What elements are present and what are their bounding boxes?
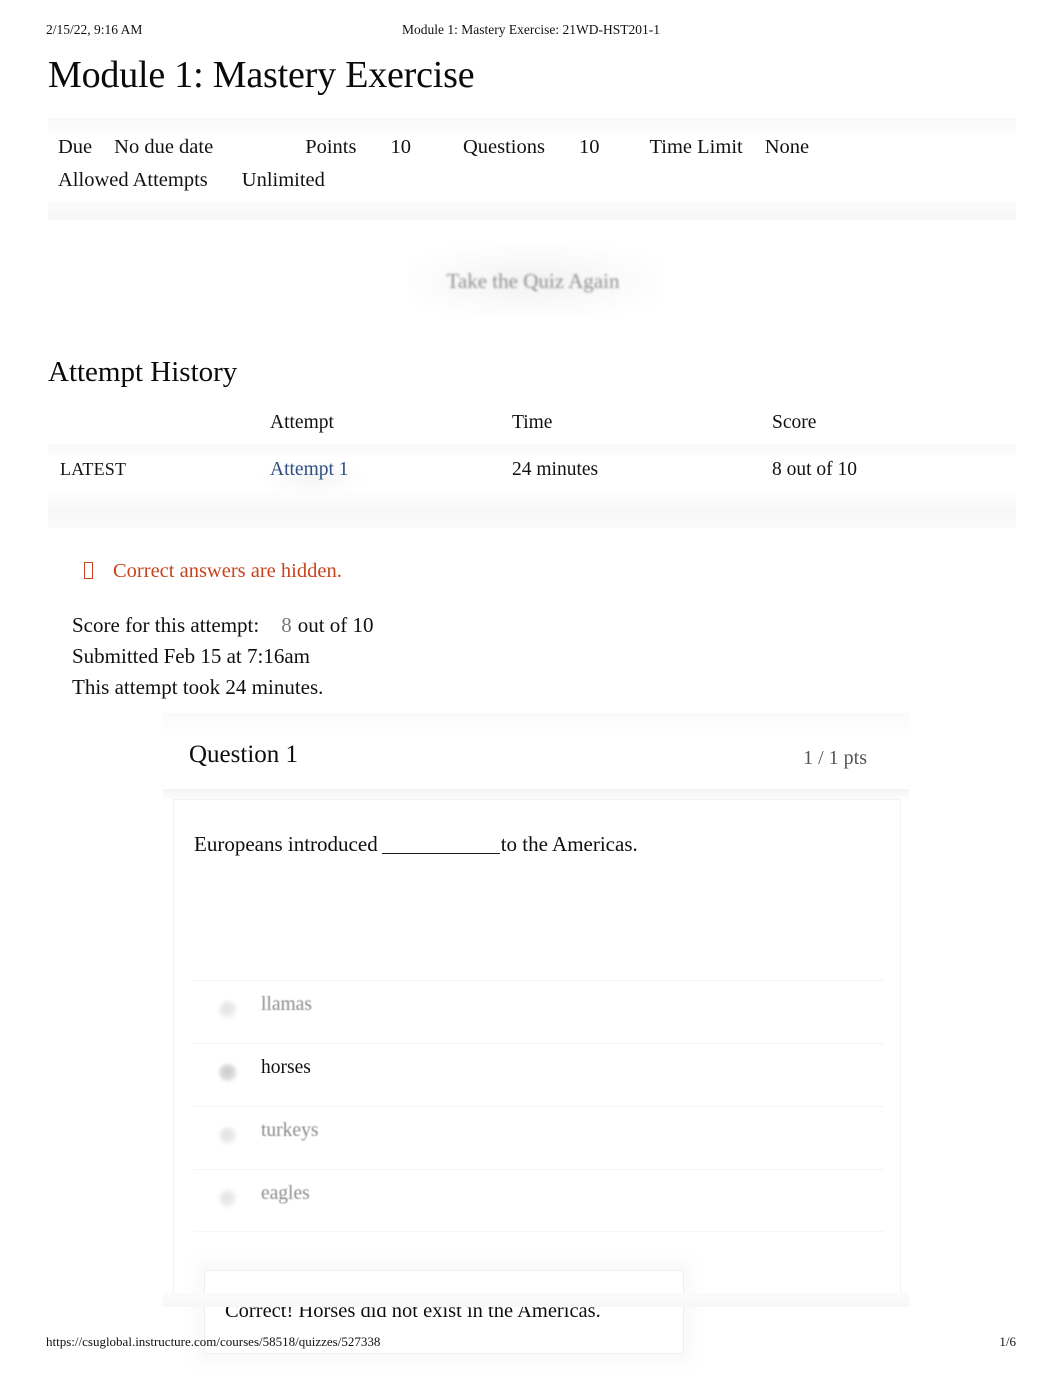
score-line: Score for this attempt: 8 out of 10 — [72, 610, 374, 641]
attempt-score-value: 8 out of 10 — [772, 459, 858, 480]
question-body: Europeans introduced to the Americas. lla… — [173, 799, 901, 1354]
attempt-1-link[interactable]: Attempt 1 — [270, 459, 349, 481]
allowed-attempts-value: Unlimited — [241, 169, 325, 191]
answer-option-horses[interactable]: horses — [194, 1043, 884, 1106]
column-header-attempt: Attempt — [270, 412, 334, 433]
question-header-rule — [163, 789, 909, 799]
attempt-time-value: 24 minutes — [512, 459, 599, 480]
time-limit-label: Time Limit — [649, 136, 743, 158]
answer-option-eagles[interactable]: eagles — [194, 1169, 884, 1232]
radio-icon[interactable] — [219, 1127, 237, 1145]
answer-options-list: llamas horses turkeys eagles — [194, 980, 884, 1232]
score-value: 8 — [281, 613, 292, 637]
print-footer: https://csuglobal.instructure.com/course… — [0, 1334, 1062, 1354]
points-label: Points — [305, 136, 357, 158]
due-label: Due — [58, 136, 93, 158]
history-footer-band — [48, 492, 1016, 528]
points-value: 10 — [390, 136, 411, 158]
column-header-score: Score — [772, 412, 817, 433]
page-title: Module 1: Mastery Exercise — [48, 54, 475, 96]
answer-label: eagles — [261, 1183, 310, 1204]
column-header-time: Time — [512, 412, 553, 433]
question-text-before: Europeans introduced — [194, 832, 378, 856]
question-text: Europeans introduced to the Americas. — [194, 832, 638, 857]
print-header-title: Module 1: Mastery Exercise: 21WD-HST201-… — [402, 22, 660, 37]
answer-option-llamas[interactable]: llamas — [194, 980, 884, 1043]
due-value: No due date — [114, 136, 214, 158]
duration-line: This attempt took 24 minutes. — [72, 675, 324, 699]
question-card-header: Question 1 1 / 1 pts — [163, 729, 909, 791]
question-card-top-band — [163, 713, 909, 729]
print-header: 2/15/22, 9:16 AM Module 1: Mastery Exerc… — [0, 22, 1062, 44]
notice-text: Correct answers are hidden. — [113, 560, 342, 582]
answer-label: llamas — [261, 994, 312, 1015]
radio-icon[interactable] — [219, 1190, 237, 1208]
quiz-meta-panel: Due No due date Points 10 Questions 10 Time Li… — [48, 118, 1016, 220]
correct-answers-hidden-notice: Correct answers are hidden. — [84, 560, 342, 583]
score-label: Score for this attempt: — [72, 613, 260, 637]
attempt-history-table: Attempt Time Score — [48, 412, 1016, 448]
question-card: Question 1 1 / 1 pts Europeans introduce… — [163, 713, 909, 1354]
fill-in-blank — [381, 838, 500, 854]
radio-icon[interactable] — [219, 1001, 237, 1019]
footer-url: https://csuglobal.instructure.com/course… — [46, 1334, 381, 1349]
table-row: LATEST Attempt 1 24 minutes 8 out of 10 — [48, 459, 1016, 485]
warning-icon — [84, 562, 93, 579]
submitted-line: Submitted Feb 15 at 7:16am — [72, 644, 310, 668]
question-text-after: to the Americas. — [500, 832, 638, 856]
retake-button-container: Take the Quiz Again — [408, 246, 658, 316]
question-card-bottom-band — [163, 1293, 909, 1307]
question-title: Question 1 — [189, 741, 299, 768]
attempt-history-heading: Attempt History — [48, 356, 238, 388]
answer-label: turkeys — [261, 1120, 319, 1141]
questions-value: 10 — [578, 136, 600, 158]
quiz-meta-row-secondary: Allowed Attempts Unlimited — [58, 169, 325, 192]
questions-label: Questions — [462, 136, 545, 158]
score-suffix: out of 10 — [297, 613, 374, 637]
latest-badge: LATEST — [60, 459, 127, 479]
meta-band-top — [48, 118, 1016, 134]
question-points: 1 / 1 pts — [803, 747, 867, 769]
score-summary: Score for this attempt: 8 out of 10 Submit… — [72, 610, 374, 703]
answer-option-turkeys[interactable]: turkeys — [194, 1106, 884, 1169]
table-header-row: Attempt Time Score — [48, 412, 1016, 448]
take-quiz-again-button[interactable]: Take the Quiz Again — [408, 246, 658, 316]
footer-page-number: 1/6 — [999, 1334, 1016, 1349]
meta-band-bottom — [48, 202, 1016, 220]
answer-label: horses — [261, 1057, 311, 1078]
allowed-attempts-label: Allowed Attempts — [58, 169, 208, 191]
radio-selected-icon[interactable] — [219, 1064, 237, 1082]
quiz-meta-row-primary: Due No due date Points 10 Questions 10 Time Li… — [58, 136, 809, 159]
time-limit-value: None — [764, 136, 810, 158]
